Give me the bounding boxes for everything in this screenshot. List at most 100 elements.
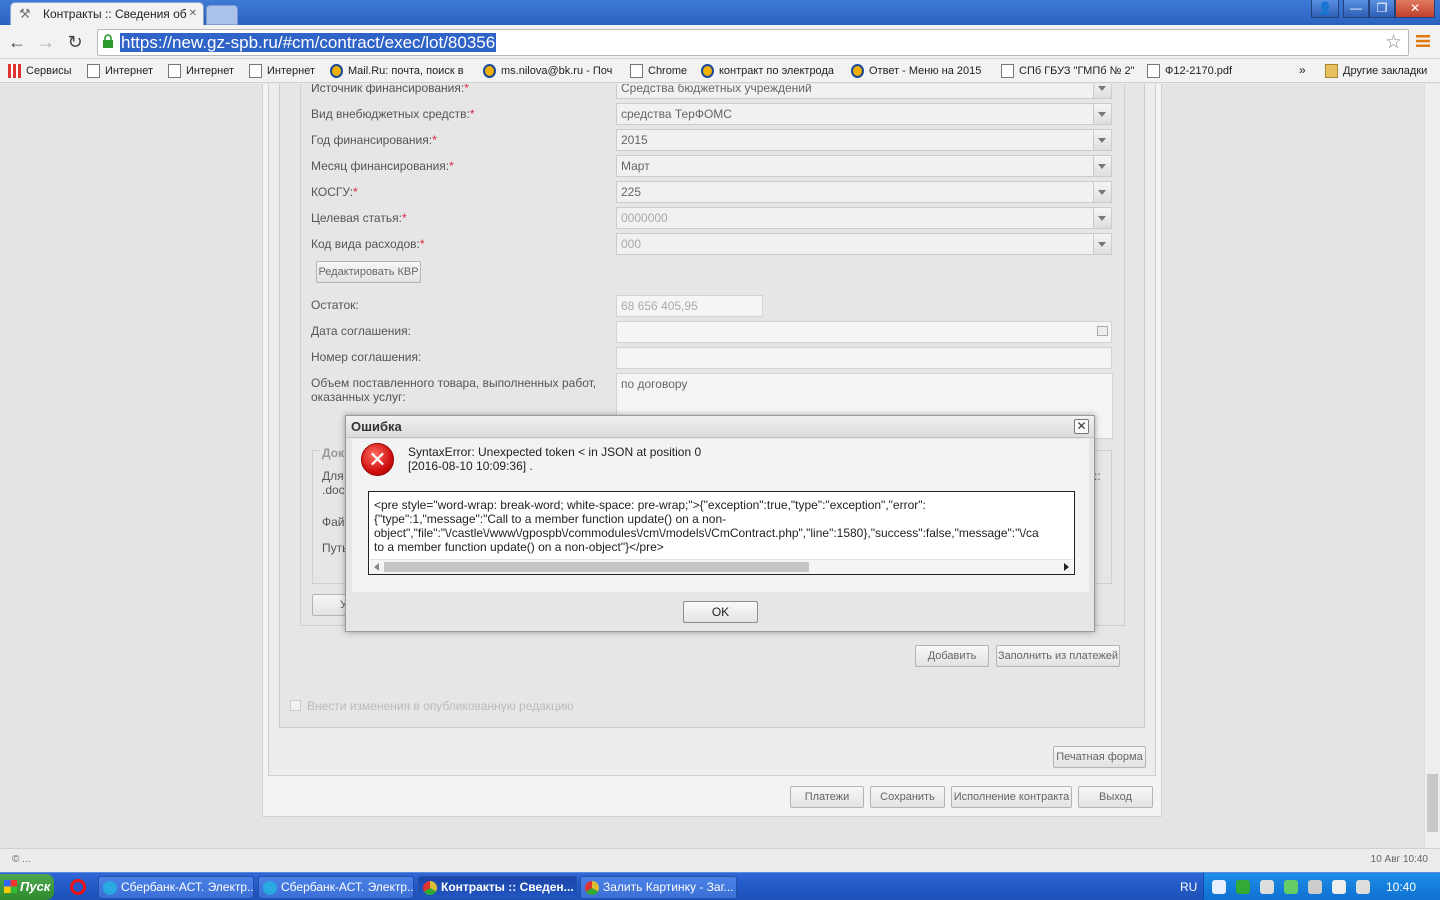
tray-skype-icon[interactable]	[1260, 880, 1274, 894]
minimize-button[interactable]: —	[1343, 0, 1369, 18]
ok-button[interactable]: OK	[683, 601, 758, 623]
menu-icon[interactable]	[1416, 34, 1430, 48]
bookmark-item[interactable]: Mail.Ru: почта, поиск в	[328, 62, 467, 80]
documents-hint: Для	[322, 469, 344, 483]
apps-icon	[8, 64, 21, 78]
field-label: КОСГУ:*	[311, 185, 358, 199]
tray-volume-icon[interactable]	[1356, 880, 1370, 894]
offbudget-type-select[interactable]: средства ТерФОМС	[616, 103, 1112, 125]
funding-year-select[interactable]: 2015	[616, 129, 1112, 151]
taskbar-item-active[interactable]: Контракты :: Сведен...	[418, 876, 577, 899]
restore-button[interactable]: ❐	[1369, 0, 1395, 18]
bookmark-item[interactable]: Chrome	[628, 62, 694, 80]
mail-icon	[483, 64, 496, 78]
taskbar-item[interactable]: Сбербанк-АСТ. Электр...	[258, 876, 414, 899]
save-button[interactable]: Сохранить	[870, 786, 945, 808]
chevron-down-icon	[1098, 164, 1106, 169]
field-label: Источник финансирования:*	[311, 84, 469, 95]
bookmark-item[interactable]: СПб ГБУЗ "ГМПб № 2"	[999, 62, 1139, 80]
other-bookmarks-folder[interactable]: Другие закладки	[1323, 62, 1438, 80]
bookmark-item[interactable]: Интернет	[166, 62, 240, 80]
os-taskbar: Пуск Сбербанк-АСТ. Электр... Сбербанк-АС…	[0, 872, 1440, 900]
details-horizontal-scrollbar[interactable]	[370, 559, 1073, 574]
forward-icon[interactable]: →	[35, 31, 57, 53]
remainder-label: Остаток:	[311, 298, 359, 312]
bookmark-item[interactable]: ms.nilova@bk.ru - Поч	[481, 62, 615, 80]
print-form-button[interactable]: Печатная форма	[1053, 746, 1146, 768]
tray-app-icon[interactable]	[1212, 880, 1226, 894]
address-bar[interactable]: https://new.gz-spb.ru/#cm/contract/exec/…	[97, 29, 1409, 56]
expense-code-select: 000	[616, 233, 1112, 255]
tray-update-icon[interactable]	[1284, 880, 1298, 894]
back-icon[interactable]: ←	[6, 31, 28, 53]
tray-network-icon[interactable]	[1308, 880, 1322, 894]
publish-checkbox[interactable]	[290, 700, 301, 711]
documents-hint-right: ::	[1094, 469, 1101, 483]
lock-icon	[102, 34, 114, 49]
kosgu-select[interactable]: 225	[616, 181, 1112, 203]
profile-button[interactable]: 👤	[1311, 0, 1339, 18]
field-label: Код вида расходов:*	[311, 237, 425, 251]
scroll-right-icon[interactable]	[1064, 563, 1069, 571]
bookmark-item[interactable]: Интернет	[247, 62, 321, 80]
bookmark-star-icon[interactable]: ☆	[1385, 31, 1402, 54]
reload-icon[interactable]: ↻	[64, 31, 86, 53]
browser-titlebar: ⚒ Контракты :: Сведения об ✕ 👤 — ❐ ✕	[0, 0, 1440, 25]
funding-source-select[interactable]: Средства бюджетных учреждений	[616, 84, 1112, 99]
chevron-down-icon	[1098, 138, 1106, 143]
mail-icon	[851, 64, 864, 78]
url-text[interactable]: https://new.gz-spb.ru/#cm/contract/exec/…	[120, 33, 497, 52]
bookmark-item[interactable]: Интернет	[85, 62, 159, 80]
bookmark-item[interactable]: контракт по электрода	[699, 62, 839, 80]
field-label: Вид внебюджетных средств:*	[311, 107, 475, 121]
documents-hint-ext: .doc	[322, 483, 345, 497]
file-label: Фай	[322, 515, 345, 529]
window-close-button[interactable]: ✕	[1395, 0, 1435, 18]
scroll-left-icon[interactable]	[374, 563, 379, 571]
bookmarks-bar: Сервисы Интернет Интернет Интернет Mail.…	[0, 59, 1440, 83]
scrollbar-thumb[interactable]	[384, 562, 809, 572]
bookmark-item[interactable]: Сервисы	[6, 62, 78, 80]
taskbar-item[interactable]: Сбербанк-АСТ. Электр...	[98, 876, 254, 899]
agreement-date-field[interactable]	[616, 321, 1112, 343]
new-tab-button[interactable]	[206, 5, 238, 25]
language-indicator[interactable]: RU	[1180, 880, 1197, 894]
chrome-icon	[585, 881, 599, 895]
chrome-icon	[423, 881, 437, 895]
browser-tab-active[interactable]: ⚒ Контракты :: Сведения об ✕	[10, 2, 204, 25]
tray-flag-icon[interactable]	[1332, 880, 1346, 894]
bookmark-item[interactable]: Ф12-2170.pdf	[1145, 62, 1245, 80]
scrollbar-thumb[interactable]	[1427, 774, 1438, 832]
agreement-number-label: Номер соглашения:	[311, 350, 422, 364]
tray-antivirus-icon[interactable]	[1236, 880, 1250, 894]
page-icon	[87, 64, 100, 78]
taskbar-item[interactable]: Залить Картинку - Заг...	[580, 876, 737, 899]
exit-button[interactable]: Выход	[1078, 786, 1153, 808]
page-scrollbar[interactable]	[1424, 84, 1440, 848]
tab-close-icon[interactable]: ✕	[189, 8, 197, 19]
chevron-down-icon	[1098, 112, 1106, 117]
add-button[interactable]: Добавить	[915, 645, 989, 667]
page-icon	[1147, 64, 1160, 78]
edit-kvr-button[interactable]: Редактировать КВР	[316, 261, 421, 283]
agreement-number-field[interactable]	[616, 347, 1112, 369]
chevron-down-icon	[1098, 216, 1106, 221]
folder-icon	[1325, 64, 1338, 78]
tab-title: Контракты :: Сведения об	[43, 7, 187, 21]
bookmarks-overflow-button[interactable]: »	[1299, 63, 1306, 77]
bookmark-item[interactable]: Ответ - Меню на 2015	[849, 62, 989, 80]
fill-from-payments-button[interactable]: Заполнить из платежей	[996, 645, 1120, 667]
calendar-icon[interactable]	[1097, 326, 1108, 336]
dialog-close-icon[interactable]: ✕	[1074, 419, 1089, 434]
start-button[interactable]: Пуск	[0, 874, 54, 900]
payments-button[interactable]: Платежи	[790, 786, 864, 808]
funding-month-select[interactable]: Март	[616, 155, 1112, 177]
contract-execution-button[interactable]: Исполнение контракта	[951, 786, 1072, 808]
dialog-body: ✕ SyntaxError: Unexpected token < in JSO…	[352, 439, 1089, 592]
opera-icon[interactable]	[70, 879, 86, 895]
chevron-down-icon	[1098, 190, 1106, 195]
error-details-box[interactable]: <pre style="word-wrap: break-word; white…	[368, 491, 1075, 575]
error-details-text: <pre style="word-wrap: break-word; white…	[374, 498, 1039, 554]
dialog-header: Ошибка ✕	[346, 416, 1094, 438]
mail-icon	[701, 64, 714, 78]
